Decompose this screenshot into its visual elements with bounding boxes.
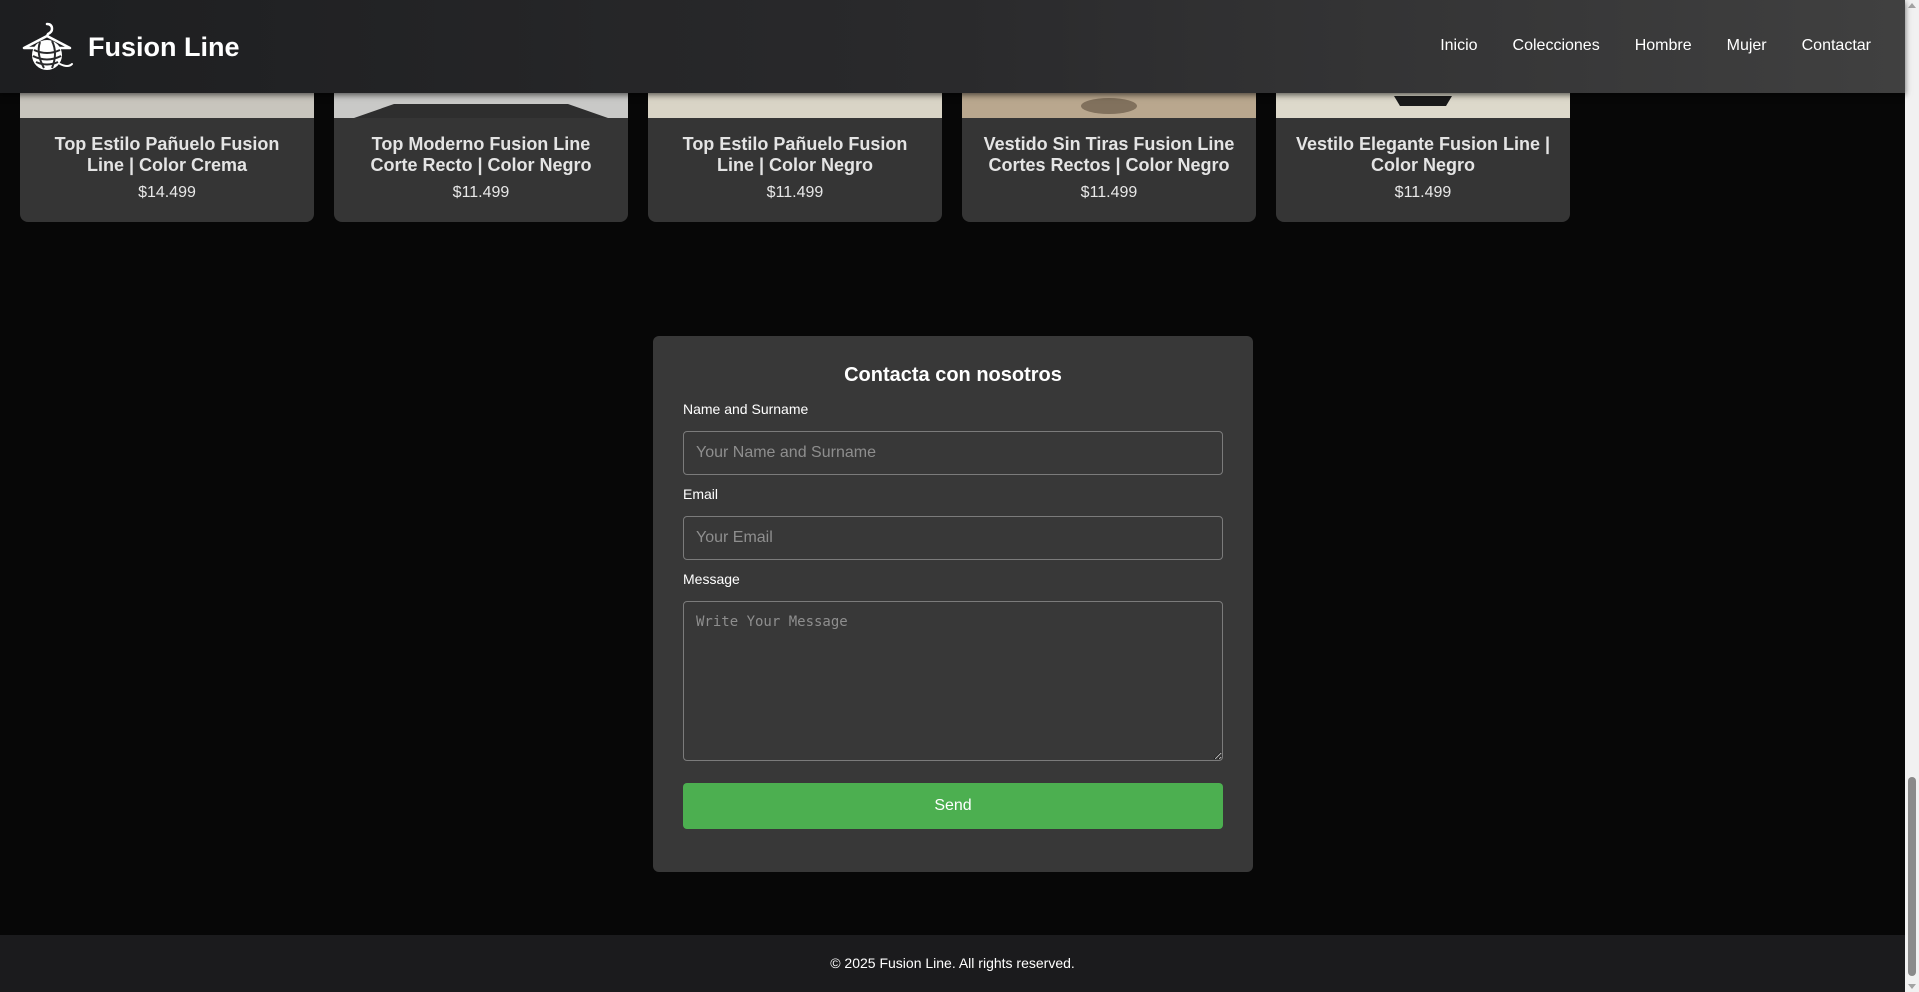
- nav-item-hombre[interactable]: Hombre: [1635, 37, 1692, 55]
- nav-item-contactar[interactable]: Contactar: [1802, 37, 1871, 55]
- site-footer: © 2025 Fusion Line. All rights reserved.: [0, 935, 1905, 992]
- product-price: $11.499: [1394, 184, 1452, 201]
- send-button[interactable]: Send: [683, 783, 1223, 829]
- page-scrollbar[interactable]: [1905, 0, 1919, 992]
- copyright-text: © 2025 Fusion Line. All rights reserved.: [830, 955, 1075, 971]
- product-price: $11.499: [766, 184, 824, 201]
- name-label: Name and Surname: [683, 401, 809, 417]
- name-field[interactable]: [683, 431, 1223, 475]
- message-field[interactable]: [683, 601, 1223, 761]
- product-title[interactable]: Top Estilo Pañuelo Fusion Line | Color C…: [38, 134, 296, 176]
- product-title[interactable]: Vestido Sin Tiras Fusion Line Cortes Rec…: [980, 134, 1238, 176]
- product-price: $11.499: [452, 184, 510, 201]
- product-title[interactable]: Top Estilo Pañuelo Fusion Line | Color N…: [666, 134, 924, 176]
- contact-title: Contacta con nosotros: [844, 364, 1062, 386]
- site-header: Fusion Line Inicio Colecciones Hombre Mu…: [0, 0, 1905, 93]
- email-label: Email: [683, 486, 719, 502]
- scroll-down-icon[interactable]: [1908, 984, 1916, 989]
- message-label: Message: [683, 571, 740, 587]
- product-price: $11.499: [1080, 184, 1138, 201]
- nav-item-mujer[interactable]: Mujer: [1727, 37, 1767, 55]
- yarn-hanger-icon: [22, 22, 73, 70]
- nav-item-colecciones[interactable]: Colecciones: [1513, 37, 1600, 55]
- product-price: $14.499: [138, 184, 196, 201]
- contact-form: Contacta con nosotros Name and Surname E…: [653, 336, 1253, 872]
- product-title[interactable]: Top Moderno Fusion Line Corte Recto | Co…: [352, 134, 610, 176]
- main-nav: Inicio Colecciones Hombre Mujer Contacta…: [1405, 37, 1871, 55]
- brand[interactable]: Fusion Line: [20, 22, 240, 72]
- brand-name[interactable]: Fusion Line: [88, 32, 240, 63]
- scroll-up-icon[interactable]: [1908, 3, 1916, 8]
- email-field[interactable]: [683, 516, 1223, 560]
- scrollbar-thumb[interactable]: [1908, 777, 1916, 976]
- nav-item-inicio[interactable]: Inicio: [1440, 37, 1477, 55]
- product-title[interactable]: Vestilo Elegante Fusion Line | Color Neg…: [1294, 134, 1552, 176]
